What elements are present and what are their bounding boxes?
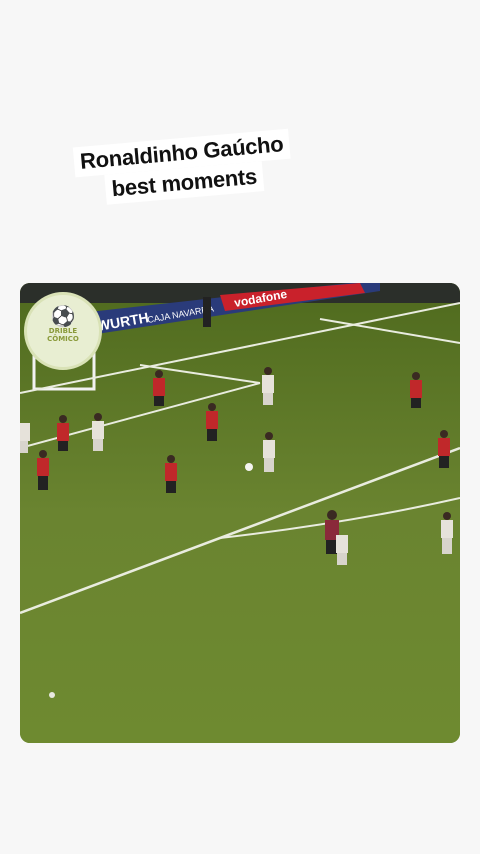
player-white — [336, 535, 348, 565]
linesman — [203, 297, 211, 327]
ball — [245, 463, 253, 471]
watermark-line-1: DRIBLE — [48, 327, 78, 335]
watermark-logo: ⚽ DRIBLE CÔMICO — [24, 292, 102, 370]
video-caption: Ronaldinho Gaúcho best moments — [56, 127, 310, 209]
player-trophy-icon: ⚽ — [50, 304, 76, 328]
watermark-line-2: CÔMICO — [47, 335, 79, 343]
ball-spare — [49, 692, 55, 698]
